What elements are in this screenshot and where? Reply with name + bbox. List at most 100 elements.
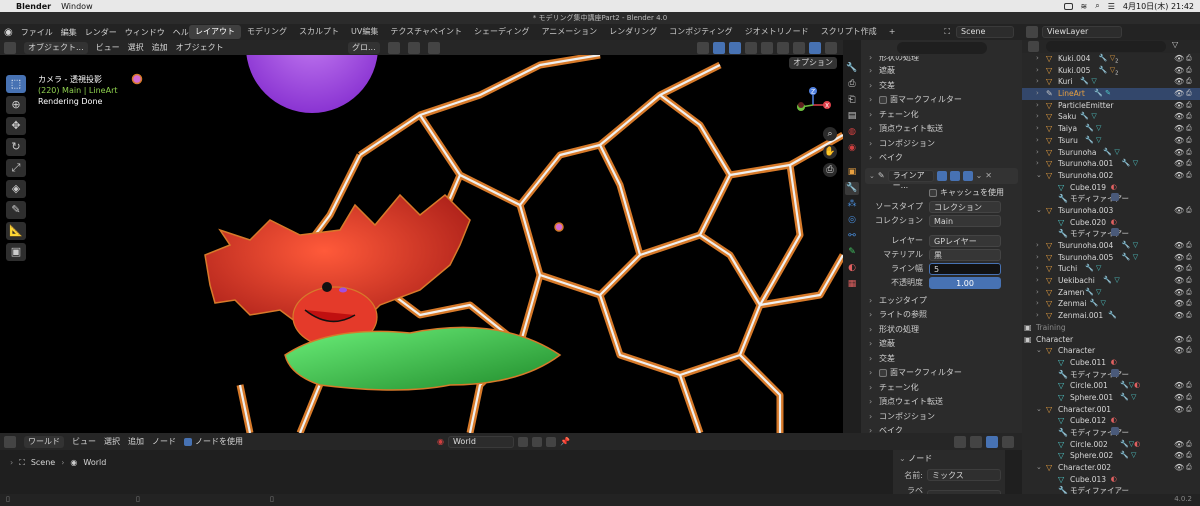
outliner-row[interactable]: › ▽ Kuki.005 🔧 ▽2 👁 ⎙ (1022, 65, 1200, 77)
object-props-icon[interactable]: ▣ (845, 166, 859, 179)
tab-compositing[interactable]: コンポジティング (663, 25, 739, 39)
transform-tool[interactable]: ◈ (6, 180, 26, 198)
outliner-row[interactable]: ⌄ ▽ Tsurunoha.003 👁 ⎙ (1022, 205, 1200, 217)
add-workspace-button[interactable]: + (883, 25, 902, 39)
outliner-row[interactable]: 🔧 モディファイアー (1022, 427, 1200, 439)
mac-datetime[interactable]: 4月10日(木) 21:42 (1123, 1, 1194, 12)
modifier-name-field[interactable]: ラインアー... (887, 169, 934, 190)
section-intersection[interactable]: 交差 (861, 352, 1022, 367)
expand-arrow-icon[interactable]: › (1036, 111, 1039, 123)
render-camera-icon[interactable]: ⎙ (1186, 88, 1192, 100)
outliner-row[interactable]: ›▣Training (1022, 322, 1200, 334)
expand-arrow-icon[interactable]: › (1036, 65, 1039, 77)
section-composition[interactable]: コンポジション (861, 410, 1022, 425)
add-cube-tool[interactable]: ▣ (6, 243, 26, 261)
measure-tool[interactable]: 📐 (6, 222, 26, 240)
expand-arrow-icon[interactable]: ⌄ (1036, 404, 1042, 416)
render-toggle-icon[interactable] (962, 170, 973, 181)
expand-arrow-icon[interactable]: ⌄ (1036, 345, 1042, 357)
tool-props-icon[interactable]: 🔧 (845, 62, 859, 75)
3d-viewport[interactable]: ⬚ ⊕ ✥ ↻ ⤢ ◈ ✎ 📐 ▣ カメラ - 透視投影 (220) Main … (0, 55, 843, 433)
shield-icon[interactable] (517, 436, 528, 447)
render-props-icon[interactable]: ⎙ (845, 78, 859, 91)
viewport-menu-select[interactable]: 選択 (128, 42, 144, 53)
outliner-search[interactable] (1046, 41, 1166, 52)
section-shape-processing-top[interactable]: 形状の処理 (861, 56, 1022, 64)
eye-icon[interactable]: 👁 (1174, 298, 1184, 310)
world-name-field[interactable]: World (447, 435, 514, 448)
eye-icon[interactable]: 👁 (1174, 310, 1184, 322)
transform-orientation-dropdown[interactable]: グロ... (348, 41, 380, 54)
outliner-row[interactable]: › ▽ Uekibachi 🔧 ▽ 👁 ⎙ (1022, 275, 1200, 287)
eye-icon[interactable]: 👁 (1174, 439, 1184, 451)
eye-icon[interactable]: 👁 (1174, 65, 1184, 77)
render-camera-icon[interactable]: ⎙ (1186, 65, 1192, 77)
expand-arrow-icon[interactable]: › (1036, 240, 1039, 252)
options-dropdown[interactable]: オプション (789, 57, 837, 69)
outliner-row[interactable]: ⌄ ▽ Character.002 👁 ⎙ (1022, 462, 1200, 474)
section-intersection-top[interactable]: 交差 (861, 79, 1022, 94)
section-light-reference[interactable]: ライトの参照 (861, 308, 1022, 323)
render-camera-icon[interactable]: ⎙ (1186, 392, 1192, 404)
eye-icon[interactable]: 👁 (1174, 111, 1184, 123)
node-editor[interactable]: › ⛶ Scene › ◉ World ⌄ ノード 名前: ミックス ラベル: (0, 450, 1022, 506)
eye-icon[interactable]: 👁 (1174, 100, 1184, 112)
render-camera-icon[interactable]: ⎙ (1186, 53, 1192, 65)
section-face-mark[interactable]: 面マークフィルター (861, 366, 1022, 381)
render-camera-icon[interactable]: ⎙ (1186, 240, 1192, 252)
blender-logo-icon[interactable]: ◉ (4, 27, 13, 38)
eye-icon[interactable]: 👁 (1174, 88, 1184, 100)
outliner-row[interactable]: › ▽ Kuki.004 🔧 ▽2 👁 ⎙ (1022, 53, 1200, 65)
expand-arrow-icon[interactable]: › (1036, 298, 1039, 310)
eye-icon[interactable]: 👁 (1174, 334, 1184, 346)
expand-arrow-icon[interactable]: › (1036, 275, 1039, 287)
line-width-input[interactable]: 5 (929, 262, 1001, 275)
snap-node-icon[interactable] (954, 435, 966, 448)
modifier-close-icon[interactable]: ✕ (985, 171, 992, 180)
outliner-row[interactable]: 🔧 モディファイアー (1022, 368, 1200, 381)
section-bake[interactable]: ベイク (861, 424, 1022, 433)
scale-tool[interactable]: ⤢ (6, 159, 26, 177)
snap-icon[interactable] (407, 41, 420, 54)
viewport-menu-view[interactable]: ビュー (96, 42, 120, 53)
shading-rendered-icon[interactable] (809, 41, 821, 54)
expand-arrow-icon[interactable]: › (1036, 158, 1039, 170)
node-options-icon[interactable] (1002, 435, 1014, 448)
expand-arrow-icon[interactable]: ⌄ (1036, 170, 1042, 182)
render-camera-icon[interactable]: ⎙ (1186, 287, 1192, 299)
layer-field[interactable]: GPレイヤー (929, 234, 1001, 247)
duplicate-icon[interactable] (531, 436, 542, 447)
expand-arrow-icon[interactable]: › (1036, 263, 1039, 275)
outliner-row[interactable]: ⌄ ▽ Character 👁 ⎙ (1022, 345, 1200, 357)
outliner-row[interactable]: 🔧 モディファイアー (1022, 193, 1200, 205)
filter-icon[interactable]: ▽ (1172, 40, 1178, 49)
outliner-row[interactable]: › ▽ Tsuru 🔧 ▽ 👁 ⎙ (1022, 135, 1200, 147)
edit-mode-toggle-icon[interactable] (936, 170, 947, 181)
render-camera-icon[interactable]: ⎙ (1186, 76, 1192, 88)
shading-options-icon[interactable] (825, 41, 837, 54)
unlink-icon[interactable] (545, 436, 556, 447)
outliner-row[interactable]: › ▽ Tsurunoha 🔧 ▽ 👁 ⎙ (1022, 147, 1200, 159)
eye-icon[interactable]: 👁 (1174, 275, 1184, 287)
expand-arrow-icon[interactable]: › (1036, 88, 1039, 100)
outliner-row[interactable]: ▽ Cube.020 ◐ (1022, 217, 1200, 229)
visibility-icon[interactable] (697, 41, 709, 54)
mac-menu-window[interactable]: Window (61, 2, 93, 11)
tab-uv[interactable]: UV編集 (345, 25, 384, 39)
outliner-row[interactable]: › ✎ LineArt 🔧 ✎ 👁 ⎙ (1022, 88, 1200, 100)
outliner-row[interactable]: › ▽ Tuchi 🔧 ▽ 👁 ⎙ (1022, 263, 1200, 275)
section-vertex-weight[interactable]: 頂点ウェイト転送 (861, 395, 1022, 410)
search-icon[interactable]: ⌕ (1095, 1, 1099, 11)
modifier-menu-icon[interactable]: ⌄ (976, 171, 983, 180)
world-datablock-icon[interactable]: ◉ (437, 437, 444, 446)
render-camera-icon[interactable]: ⎙ (1186, 345, 1192, 357)
expand-arrow-icon[interactable]: › (1036, 123, 1039, 135)
material-props-icon[interactable]: ◐ (845, 262, 859, 275)
outliner-row[interactable]: › ▽ ParticleEmitter 👁 ⎙ (1022, 100, 1200, 112)
overlay-toggle-icon[interactable] (729, 41, 741, 54)
navigation-gizmo[interactable]: X Z (791, 83, 835, 127)
expand-arrow-icon[interactable]: ⌄ (1036, 205, 1042, 217)
outliner-row[interactable]: › ▽ Taiya 🔧 ▽ 👁 ⎙ (1022, 123, 1200, 135)
outliner-row[interactable]: ▽ Sphere.001 🔧 ▽ 👁 ⎙ (1022, 392, 1200, 404)
output-props-icon[interactable]: ⎗ (845, 94, 859, 107)
